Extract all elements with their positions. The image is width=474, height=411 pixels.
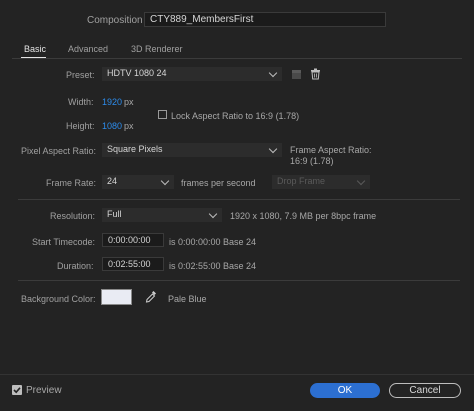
- chevron-down-icon: [208, 209, 218, 219]
- background-color-name: Pale Blue: [168, 294, 207, 304]
- chevron-down-icon: [356, 176, 366, 186]
- resolution-info: 1920 x 1080, 7.9 MB per 8bpc frame: [230, 211, 377, 221]
- pixel-aspect-label: Pixel Aspect Ratio:: [21, 146, 97, 156]
- frame-aspect-value: 16:9 (1.78): [290, 156, 334, 166]
- width-value[interactable]: 1920: [102, 97, 122, 107]
- width-label: Width:: [68, 97, 94, 107]
- chevron-down-icon: [268, 144, 278, 154]
- start-timecode-info: is 0:00:00:00 Base 24: [169, 237, 257, 247]
- delete-preset-icon[interactable]: [310, 68, 321, 80]
- drop-frame-dropdown: Drop Frame: [272, 175, 370, 189]
- frame-rate-label: Frame Rate:: [46, 178, 97, 188]
- lock-aspect-label: Lock Aspect Ratio to 16:9 (1.78): [171, 111, 300, 121]
- resolution-dropdown[interactable]: Full: [102, 208, 222, 222]
- frame-rate-value: 24: [107, 176, 118, 186]
- section-divider: [18, 199, 460, 200]
- preset-dropdown[interactable]: HDTV 1080 24: [102, 67, 282, 81]
- preview-label: Preview: [26, 385, 62, 396]
- chevron-down-icon: [160, 176, 170, 186]
- height-unit: px: [124, 121, 134, 131]
- cancel-button[interactable]: Cancel: [389, 383, 461, 398]
- preview-checkbox[interactable]: [12, 385, 22, 395]
- height-label: Height:: [66, 121, 95, 131]
- frame-rate-dropdown[interactable]: 24: [102, 175, 174, 189]
- lock-aspect-checkbox[interactable]: [158, 110, 167, 119]
- frame-aspect-label: Frame Aspect Ratio:: [290, 145, 372, 155]
- frame-rate-unit: frames per second: [181, 178, 256, 188]
- start-timecode-input[interactable]: 0:00:00:00: [102, 233, 164, 247]
- background-color-label: Background Color:: [21, 294, 96, 304]
- footer-divider: [0, 374, 474, 375]
- duration-label: Duration:: [57, 261, 94, 271]
- resolution-value: Full: [107, 209, 122, 219]
- start-timecode-label: Start Timecode:: [32, 237, 96, 247]
- resolution-label: Resolution:: [50, 211, 96, 221]
- background-color-swatch[interactable]: [101, 289, 132, 305]
- preset-value: HDTV 1080 24: [107, 68, 167, 78]
- composition-name-input[interactable]: CTY889_MembersFirst: [144, 12, 386, 27]
- duration-info: is 0:02:55:00 Base 24: [169, 261, 257, 271]
- ok-button[interactable]: OK: [310, 383, 380, 398]
- chevron-down-icon: [268, 68, 278, 78]
- height-value[interactable]: 1080: [102, 121, 122, 131]
- eyedropper-icon[interactable]: [145, 290, 157, 304]
- tabs-divider: [12, 58, 462, 59]
- duration-input[interactable]: 0:02:55:00: [102, 257, 164, 271]
- save-preset-icon[interactable]: [291, 69, 302, 80]
- preset-label: Preset:: [66, 70, 95, 80]
- section-divider: [18, 280, 460, 281]
- tab-advanced[interactable]: Advanced: [68, 44, 108, 54]
- drop-frame-value: Drop Frame: [277, 176, 326, 186]
- pixel-aspect-dropdown[interactable]: Square Pixels: [102, 143, 282, 157]
- width-unit: px: [124, 97, 134, 107]
- pixel-aspect-value: Square Pixels: [107, 144, 163, 154]
- tab-basic[interactable]: Basic: [24, 44, 46, 54]
- tab-3d-renderer[interactable]: 3D Renderer: [131, 44, 183, 54]
